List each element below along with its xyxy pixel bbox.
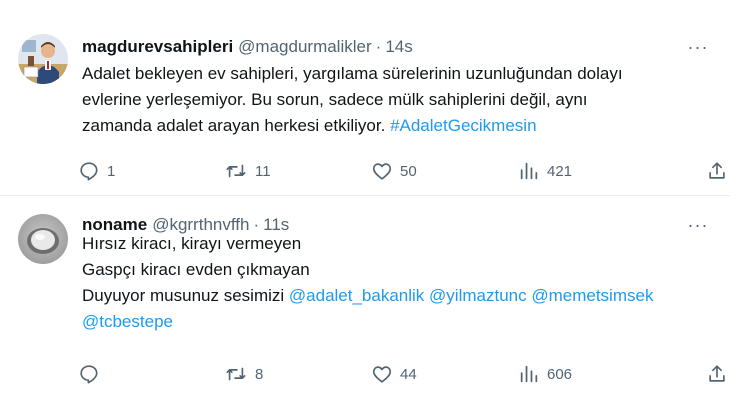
share-icon xyxy=(709,365,725,382)
tweet-text-line: Hırsız kiracı, kirayı vermeyen xyxy=(82,231,706,257)
text-segment: evlerine yerleşemiyor. Bu sorun, sadece … xyxy=(82,90,588,109)
text-segment: Hırsız kiracı, kirayı vermeyen xyxy=(82,234,302,253)
user-handle[interactable]: @magdurmalikler xyxy=(238,37,371,57)
display-name[interactable]: magdurevsahipleri xyxy=(82,37,233,57)
views-icon xyxy=(520,162,538,180)
retweet-button[interactable]: 8 xyxy=(224,359,263,389)
reply-icon xyxy=(80,365,98,384)
share-icon xyxy=(709,162,725,179)
like-count: 44 xyxy=(400,365,417,383)
tweet-text-line: evlerine yerleşemiyor. Bu sorun, sadece … xyxy=(82,87,706,113)
views-button[interactable]: 421 xyxy=(518,156,572,186)
retweet-icon xyxy=(226,164,246,178)
timestamp[interactable]: 14s xyxy=(385,37,412,57)
hashtag-link[interactable]: #AdaletGecikmesin xyxy=(390,116,536,135)
text-segment: Gaspçı kiracı evden çıkmayan xyxy=(82,260,310,279)
tweet-header: magdurevsahipleri @magdurmalikler · 14s … xyxy=(82,34,710,60)
avatar[interactable] xyxy=(18,214,68,264)
reply-button[interactable]: 1 xyxy=(78,156,115,186)
mention-link[interactable]: @yilmaztunc xyxy=(429,286,527,305)
tweet-text: Hırsız kiracı, kirayı vermeyen Gaspçı ki… xyxy=(82,231,706,335)
tweet-actions: 8 44 606 xyxy=(78,359,730,389)
share-button[interactable] xyxy=(706,156,728,186)
views-button[interactable]: 606 xyxy=(518,359,572,389)
like-icon xyxy=(372,366,392,383)
retweet-count: 8 xyxy=(255,365,264,383)
retweet-button[interactable]: 11 xyxy=(224,156,271,186)
tweet-text-line: Gaspçı kiracı evden çıkmayan xyxy=(82,257,706,283)
share-button[interactable] xyxy=(706,359,728,389)
tweet[interactable]: noname @kgrrthnvffh · 11s ··· Hırsız kir… xyxy=(0,196,730,420)
views-count: 606 xyxy=(547,365,573,383)
text-segment: zamanda adalet arayan herkesi etkiliyor. xyxy=(82,116,391,135)
reply-button[interactable] xyxy=(78,359,107,389)
avatar[interactable] xyxy=(18,34,68,84)
tweet[interactable]: magdurevsahipleri @magdurmalikler · 14s … xyxy=(0,0,730,196)
mention-link[interactable]: @memetsimsek xyxy=(531,286,653,305)
text-segment: Adalet bekleyen ev sahipleri, yargılama … xyxy=(82,64,623,83)
tweet-text-line: Duyuyor musunuz sesimizi @adalet_bakanli… xyxy=(82,283,706,309)
views-icon xyxy=(520,365,538,383)
separator-dot: · xyxy=(375,37,382,56)
reply-icon xyxy=(80,162,98,181)
tweet-actions: 1 11 50 421 xyxy=(78,156,730,186)
retweet-count: 11 xyxy=(255,162,271,180)
like-icon xyxy=(372,163,392,180)
more-icon[interactable]: ··· xyxy=(686,35,710,59)
text-segment: Duyuyor musunuz sesimizi xyxy=(82,286,289,305)
like-button[interactable]: 44 xyxy=(371,359,417,389)
tweet-text-line: Adalet bekleyen ev sahipleri, yargılama … xyxy=(82,61,706,87)
like-count: 50 xyxy=(400,162,417,180)
tweet-text-line: zamanda adalet arayan herkesi etkiliyor.… xyxy=(82,113,706,139)
tweet-text-line: @tcbestepe xyxy=(82,309,706,335)
like-button[interactable]: 50 xyxy=(371,156,417,186)
timeline: magdurevsahipleri @magdurmalikler · 14s … xyxy=(0,0,730,420)
reply-count: 1 xyxy=(107,162,116,180)
tweet-text: Adalet bekleyen ev sahipleri, yargılama … xyxy=(82,61,706,139)
mention-link[interactable]: @tcbestepe xyxy=(82,312,173,331)
retweet-icon xyxy=(226,367,246,381)
views-count: 421 xyxy=(547,162,573,180)
mention-link[interactable]: @adalet_bakanlik xyxy=(289,286,424,305)
